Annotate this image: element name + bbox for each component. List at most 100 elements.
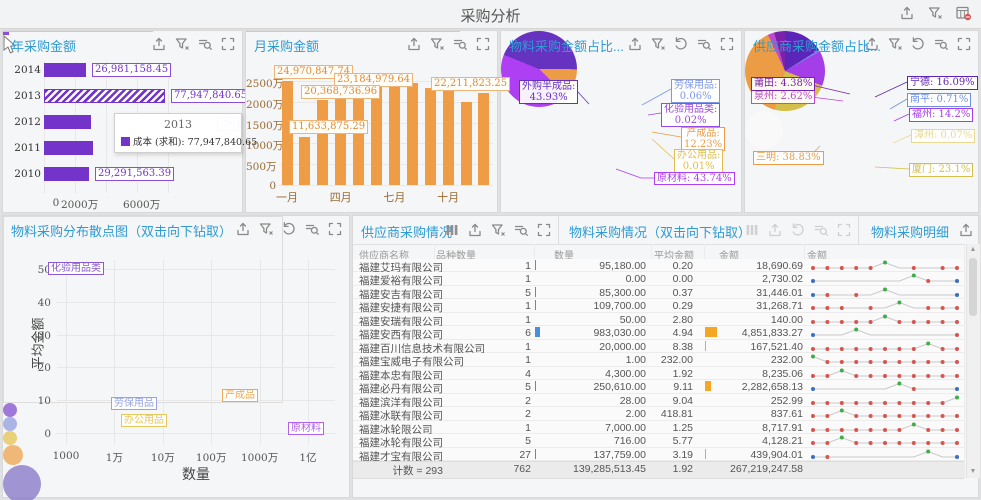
export-icon[interactable]: [627, 36, 643, 52]
export-icon[interactable]: [151, 36, 167, 52]
table-row[interactable]: 福建才宝有限公司27137,759.003.19439,904.01: [353, 448, 964, 461]
panel-title-material-mid: 物料采购情况（双击向下钻取）: [569, 222, 751, 241]
filter-icon[interactable]: [258, 221, 274, 237]
amount-sparkline: [807, 448, 963, 461]
report-red-icon[interactable]: [955, 5, 971, 21]
cell-avg-amount: 1.25: [649, 422, 693, 434]
fullscreen-icon[interactable]: [475, 36, 491, 52]
filter-icon[interactable]: [887, 36, 903, 52]
undo-icon[interactable]: [673, 36, 689, 52]
drill-icon[interactable]: [452, 36, 468, 52]
bubble-label-化验用品类: 化验用品类: [48, 262, 104, 275]
bar-2012[interactable]: [44, 115, 91, 129]
summary-cell-4: 267,219,247.58: [713, 463, 803, 475]
value-label: 26,981,158.45: [92, 63, 171, 77]
bar-十二月[interactable]: [478, 93, 489, 185]
table-row[interactable]: 福建安捷有限公司1109,700.000.2931,268.71: [353, 299, 964, 312]
bar-十月[interactable]: [443, 83, 454, 185]
columns-icon[interactable]: [444, 222, 460, 238]
export-icon[interactable]: [467, 222, 483, 238]
export-icon[interactable]: [958, 222, 974, 238]
fullscreen-icon[interactable]: [719, 36, 735, 52]
table-row[interactable]: 福建冰轮限公司17,000.001.258,717.91: [353, 421, 964, 434]
table-row[interactable]: 福建滨洋有限公司228.009.04252.99: [353, 394, 964, 407]
bubble-unlabeled[interactable]: [3, 465, 41, 500]
filter-icon[interactable]: [490, 222, 506, 238]
bar-2014[interactable]: [44, 63, 86, 77]
x-axis-title: 数量: [163, 464, 229, 484]
cell-amount: 2,282,658.13: [713, 381, 803, 393]
filter-icon[interactable]: [927, 5, 943, 21]
table-row[interactable]: 福建爱裕有限公司10.000.002,730.02: [353, 272, 964, 285]
fullscreen-icon[interactable]: [536, 222, 552, 238]
export-icon[interactable]: [899, 5, 915, 21]
panel-toolbar: [406, 36, 491, 52]
bar-十一月[interactable]: [461, 102, 472, 185]
export-icon[interactable]: [864, 36, 880, 52]
bubble-化验用品类[interactable]: [3, 403, 17, 417]
cell-variety-count: 1: [453, 341, 531, 353]
table-row[interactable]: 福建冰轮有限公司5716.005.774,128.21: [353, 434, 964, 447]
table-row[interactable]: 福建安西有限公司6983,030.004.944,851,833.27: [353, 326, 964, 339]
bar-六月[interactable]: [371, 84, 382, 185]
amount-sparkline: [807, 272, 963, 285]
year-chart: 02000万6000万201426,981,158.45201377,947,8…: [3, 31, 242, 212]
bar-三月[interactable]: [317, 100, 328, 185]
bar-五月[interactable]: [353, 89, 364, 185]
table-row[interactable]: 福建冰联有限公司22.00418.81837.61: [353, 407, 964, 420]
table-row[interactable]: 福建百川信息技术有限公司120,000.008.38167,521.40: [353, 340, 964, 353]
cell-variety-count: 1: [453, 422, 531, 434]
export-icon[interactable]: [406, 36, 422, 52]
bubble-办公用品[interactable]: [3, 431, 17, 445]
drill-icon[interactable]: [933, 36, 949, 52]
drill-icon[interactable]: [696, 36, 712, 52]
export-icon[interactable]: [235, 221, 251, 237]
cell-qty: 28.00: [543, 395, 646, 407]
table-row[interactable]: 福建安吉有限公司585,300.000.3731,446.01: [353, 286, 964, 299]
cell-qty: 109,700.00: [543, 300, 646, 312]
cell-variety-count: 2: [453, 408, 531, 420]
bar-四月[interactable]: [335, 94, 346, 185]
cell-variety-count: 1: [453, 260, 531, 272]
bar-八月[interactable]: [407, 83, 418, 185]
x-tick-label: 10万: [143, 450, 183, 465]
cell-avg-amount: 0.37: [649, 287, 693, 299]
table-row[interactable]: 福建本忠有限公司44,300.001.928,235.06: [353, 367, 964, 380]
plot-area: [3, 216, 283, 403]
filter-icon[interactable]: [650, 36, 666, 52]
gridline: [279, 185, 493, 186]
drill-icon[interactable]: [513, 222, 529, 238]
drill-icon[interactable]: [197, 36, 213, 52]
bar-二月[interactable]: [299, 137, 310, 185]
undo-icon[interactable]: [281, 221, 297, 237]
scrollbar-thumb[interactable]: [969, 258, 977, 316]
bar-2010[interactable]: [44, 167, 89, 181]
bubble-劳保用品[interactable]: [3, 417, 17, 431]
filter-icon[interactable]: [174, 36, 190, 52]
bar-九月[interactable]: [425, 88, 436, 185]
fullscreen-icon[interactable]: [956, 36, 972, 52]
scroll-up-button[interactable]: ▲: [968, 246, 978, 253]
bar-七月[interactable]: [389, 80, 400, 185]
fullscreen-icon[interactable]: [220, 36, 236, 52]
table-row[interactable]: 福建安瑞有限公司150.002.80140.00: [353, 313, 964, 326]
bar-2011[interactable]: [44, 141, 93, 155]
chart-tooltip: 2013成本 (求和): 77,947,840.65: [114, 113, 242, 153]
cell-variety-count: 2: [453, 395, 531, 407]
scroll-down-button[interactable]: ▼: [968, 468, 978, 475]
table-row[interactable]: 福建宝威电子有限公司11.00232.00232.00: [353, 353, 964, 366]
undo-icon[interactable]: [910, 36, 926, 52]
table-row[interactable]: 福建艾玛有限公司195,180.000.2018,690.69: [353, 259, 964, 272]
drill-icon[interactable]: [304, 221, 320, 237]
y-category-label: 2011: [9, 142, 41, 154]
gridline: [260, 260, 261, 445]
bubble-产成品[interactable]: [3, 445, 23, 465]
fullscreen-icon[interactable]: [327, 221, 343, 237]
table-row[interactable]: 福建必丹有限公司5250,610.009.112,282,658.13: [353, 380, 964, 393]
panel-supplier-donut: 供应商采购金额占比... 宁德: 16.09%南平: 0.71%福州: 14.2…: [744, 30, 979, 213]
cell-qty: 1.00: [543, 354, 646, 366]
filter-icon[interactable]: [429, 36, 445, 52]
slice-label-产成品: 产成品:12.23%: [681, 127, 725, 151]
value-label: 77,947,840.65: [171, 89, 250, 103]
bar-2013[interactable]: [44, 89, 165, 103]
